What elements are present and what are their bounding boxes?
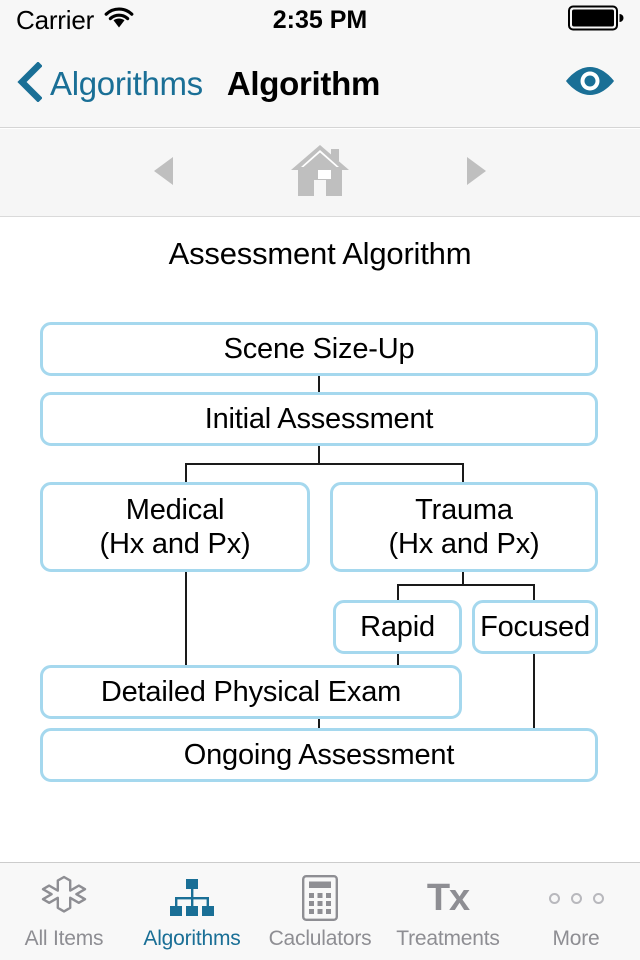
wifi-icon bbox=[104, 6, 134, 34]
back-button-label: Algorithms bbox=[50, 64, 203, 102]
battery-full-icon bbox=[568, 5, 624, 36]
tab-label: Treatments bbox=[396, 927, 500, 950]
hierarchy-icon bbox=[169, 875, 215, 921]
dot bbox=[570, 892, 582, 904]
status-bar: Carrier 2:35 PM bbox=[0, 0, 640, 40]
tab-label: Algorithms bbox=[143, 927, 241, 950]
tab-all-items[interactable]: All Items bbox=[0, 875, 128, 951]
tab-treatments[interactable]: Tx Treatments bbox=[384, 875, 512, 951]
tx-glyph: Tx bbox=[426, 877, 470, 919]
node-detailed-physical-exam[interactable]: Detailed Physical Exam bbox=[40, 665, 462, 719]
node-label: Scene Size-Up bbox=[223, 332, 415, 365]
connector-split-bar bbox=[185, 463, 464, 465]
next-button[interactable] bbox=[446, 143, 506, 203]
more-dots bbox=[548, 892, 604, 904]
node-label: Trauma bbox=[415, 493, 513, 526]
eye-icon bbox=[564, 64, 616, 103]
previous-button[interactable] bbox=[134, 143, 194, 203]
tab-algorithms[interactable]: Algorithms bbox=[128, 875, 256, 951]
carrier-label: Carrier bbox=[16, 4, 95, 35]
page-title: Algorithm bbox=[226, 64, 381, 102]
node-label: Medical bbox=[125, 493, 225, 526]
tab-caclulators[interactable]: Caclulators bbox=[256, 875, 384, 951]
diagram-title: Assessment Algorithm bbox=[168, 236, 472, 271]
status-bar-left: Carrier bbox=[16, 5, 320, 36]
app-root: Carrier 2:35 PM Algorithms Algorithm Ass… bbox=[0, 0, 640, 960]
node-rapid[interactable]: Rapid bbox=[333, 600, 462, 654]
node-label: Ongoing Assessment bbox=[183, 738, 455, 771]
tab-bar: All Items Algorithms Caclulators Tx Trea… bbox=[0, 862, 640, 960]
node-label: Initial Assessment bbox=[204, 402, 434, 435]
back-button[interactable]: Algorithms bbox=[16, 61, 203, 105]
algorithm-diagram: Scene Size-Up Initial Assessment Medical… bbox=[0, 322, 640, 792]
node-label: Focused bbox=[480, 610, 590, 643]
connector-focused-ongoing bbox=[533, 654, 535, 730]
node-initial-assessment[interactable]: Initial Assessment bbox=[40, 392, 598, 446]
navigation-bar: Algorithms Algorithm bbox=[0, 40, 640, 128]
dot bbox=[548, 892, 560, 904]
connector-initial-split bbox=[318, 446, 320, 464]
node-focused[interactable]: Focused bbox=[472, 600, 598, 654]
connector-to-medical bbox=[185, 463, 187, 484]
node-label: Rapid bbox=[360, 610, 435, 643]
triangle-left-icon bbox=[151, 155, 177, 190]
view-toggle-button[interactable] bbox=[564, 64, 616, 103]
tx-icon: Tx bbox=[426, 875, 470, 921]
tab-more[interactable]: More bbox=[512, 875, 640, 951]
node-sublabel: (Hx and Px) bbox=[388, 528, 540, 560]
tab-label: All Items bbox=[24, 927, 104, 950]
chevron-left-icon bbox=[16, 61, 43, 105]
home-icon bbox=[289, 142, 351, 203]
connector-to-trauma bbox=[462, 463, 464, 484]
node-label-group: Medical (Hx and Px) bbox=[100, 493, 251, 561]
connector-trauma-bar bbox=[397, 584, 533, 586]
node-label: Detailed Physical Exam bbox=[100, 675, 402, 708]
node-scene-size-up[interactable]: Scene Size-Up bbox=[40, 322, 598, 376]
node-ongoing-assessment[interactable]: Ongoing Assessment bbox=[40, 728, 598, 782]
home-button[interactable] bbox=[290, 143, 350, 203]
diagram-toolbar bbox=[0, 129, 640, 217]
node-label-group: Trauma (Hx and Px) bbox=[389, 493, 540, 561]
connector-medical-detailed bbox=[185, 572, 187, 667]
node-trauma[interactable]: Trauma (Hx and Px) bbox=[330, 482, 598, 572]
node-sublabel: (Hx and Px) bbox=[99, 528, 251, 560]
ellipsis-icon bbox=[548, 875, 604, 921]
node-medical[interactable]: Medical (Hx and Px) bbox=[40, 482, 310, 572]
dot bbox=[592, 892, 604, 904]
status-bar-right bbox=[320, 5, 624, 36]
tab-label: Caclulators bbox=[268, 927, 372, 950]
content-area: Assessment Algorithm Scene Size-Up Initi… bbox=[0, 218, 640, 862]
calculator-icon bbox=[302, 875, 338, 921]
star-of-life-icon bbox=[41, 875, 87, 921]
triangle-right-icon bbox=[463, 155, 489, 190]
tab-label: More bbox=[552, 927, 600, 950]
